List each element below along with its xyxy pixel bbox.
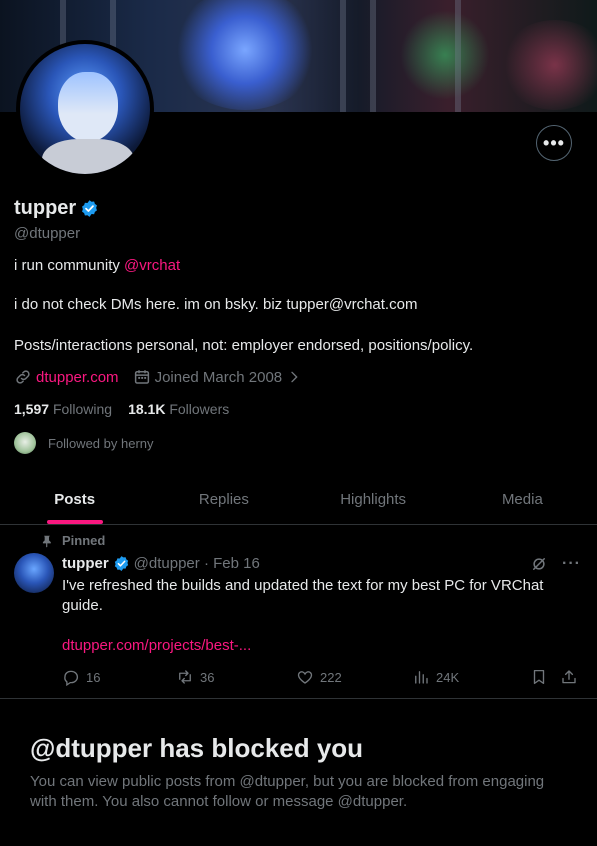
share-icon [562, 670, 576, 684]
like-count: 222 [320, 669, 342, 685]
reply-count: 16 [86, 669, 101, 685]
blocked-title: @dtupper has blocked you [30, 733, 364, 763]
banner-bar [455, 0, 461, 112]
bookmark-button[interactable] [530, 668, 560, 686]
post-action-bar: 16 36 222 24K [62, 668, 582, 686]
follower-avatar [14, 432, 36, 454]
bio-line: i do not check DMs here. im on bsky. biz… [14, 296, 418, 313]
reply-icon [64, 670, 79, 686]
blocked-description: You can view public posts from @dtupper,… [30, 773, 545, 810]
view-count: 24K [436, 669, 460, 685]
verified-badge-icon[interactable] [113, 555, 130, 572]
profile-handle: @dtupper [14, 225, 81, 242]
repost-icon [179, 670, 191, 684]
views-icon [415, 671, 428, 684]
like-button[interactable]: 222 [296, 668, 412, 686]
pin-icon [42, 535, 51, 547]
website-item[interactable]: dtupper.com [14, 368, 119, 386]
grok-icon[interactable] [530, 555, 548, 573]
bio-line: i run community @vrchat [14, 257, 180, 274]
pinned-indicator: Pinned [40, 533, 105, 548]
display-name: tupper [14, 197, 77, 219]
banner-art [500, 20, 597, 110]
post-header: tupper @dtupper · Feb 16 [62, 555, 260, 572]
bio-text: i run community [14, 257, 125, 274]
tab-label: Posts [54, 490, 96, 508]
post-more-icon[interactable]: ··· [562, 555, 581, 573]
calendar-icon [134, 370, 149, 384]
banner-bar [340, 0, 346, 112]
website-link[interactable]: dtupper.com [36, 369, 119, 386]
avatar-body [42, 139, 134, 174]
followers-link[interactable]: 18.1K Followers [128, 401, 229, 417]
avatar-face [58, 72, 118, 142]
post-link[interactable]: dtupper.com/projects/best-... [62, 637, 251, 654]
joined-item: Joined March 2008 [133, 368, 303, 386]
chevron-right-icon[interactable] [286, 369, 302, 385]
profile-meta: dtupper.com Joined March 2008 [14, 368, 316, 386]
banner-bar [370, 0, 376, 112]
bio-mention-link[interactable]: @vrchat [124, 257, 180, 274]
profile-name-row: tupper [14, 197, 99, 220]
pinned-label: Pinned [62, 533, 106, 548]
following-label: Following [52, 401, 113, 417]
tab-label: Media [501, 490, 543, 508]
active-tab-indicator [46, 520, 103, 524]
repost-count: 36 [200, 669, 215, 685]
heart-icon [297, 671, 313, 684]
link-icon [16, 370, 30, 384]
tab-posts[interactable]: Posts [0, 474, 149, 524]
post-handle-date[interactable]: @dtupper · Feb 16 [134, 555, 260, 572]
reply-button[interactable]: 16 [62, 668, 166, 686]
joined-date: Joined March 2008 [154, 368, 283, 386]
followers-count: 18.1K [128, 401, 166, 417]
followed-by-row[interactable]: Followed by herny [14, 432, 154, 454]
following-link[interactable]: 1,597 Following [14, 401, 112, 417]
share-button[interactable] [560, 668, 582, 686]
followed-by-text: Followed by herny [48, 435, 154, 451]
more-options-button[interactable]: ••• [536, 125, 572, 161]
following-count: 1,597 [14, 401, 50, 417]
more-icon: ••• [543, 133, 565, 153]
tab-label: Replies [198, 490, 249, 508]
post-text: I've refreshed the builds and updated th… [62, 577, 544, 614]
tab-label: Highlights [340, 490, 407, 508]
followers-label: Followers [169, 401, 230, 417]
tab-highlights[interactable]: Highlights [299, 474, 448, 524]
verified-badge-icon[interactable] [80, 199, 99, 218]
post-author-name[interactable]: tupper [62, 555, 109, 572]
profile-tabs: Posts Replies Highlights Media [0, 474, 597, 525]
repost-button[interactable]: 36 [176, 668, 296, 686]
pinned-post[interactable]: Pinned tupper @dtupper · Feb 16 ··· I've… [0, 525, 597, 699]
follow-stats: 1,597 Following 18.1K Followers [14, 401, 229, 417]
tab-media[interactable]: Media [448, 474, 597, 524]
profile-avatar[interactable] [16, 40, 154, 178]
tab-replies[interactable]: Replies [149, 474, 298, 524]
post-author-avatar[interactable] [14, 553, 54, 593]
banner-art [400, 10, 490, 100]
bookmark-icon [533, 669, 545, 685]
bio-line: Posts/interactions personal, not: employ… [14, 337, 474, 354]
post-top-actions: ··· [530, 555, 581, 573]
views-button[interactable]: 24K [412, 668, 530, 686]
banner-art [170, 0, 320, 110]
